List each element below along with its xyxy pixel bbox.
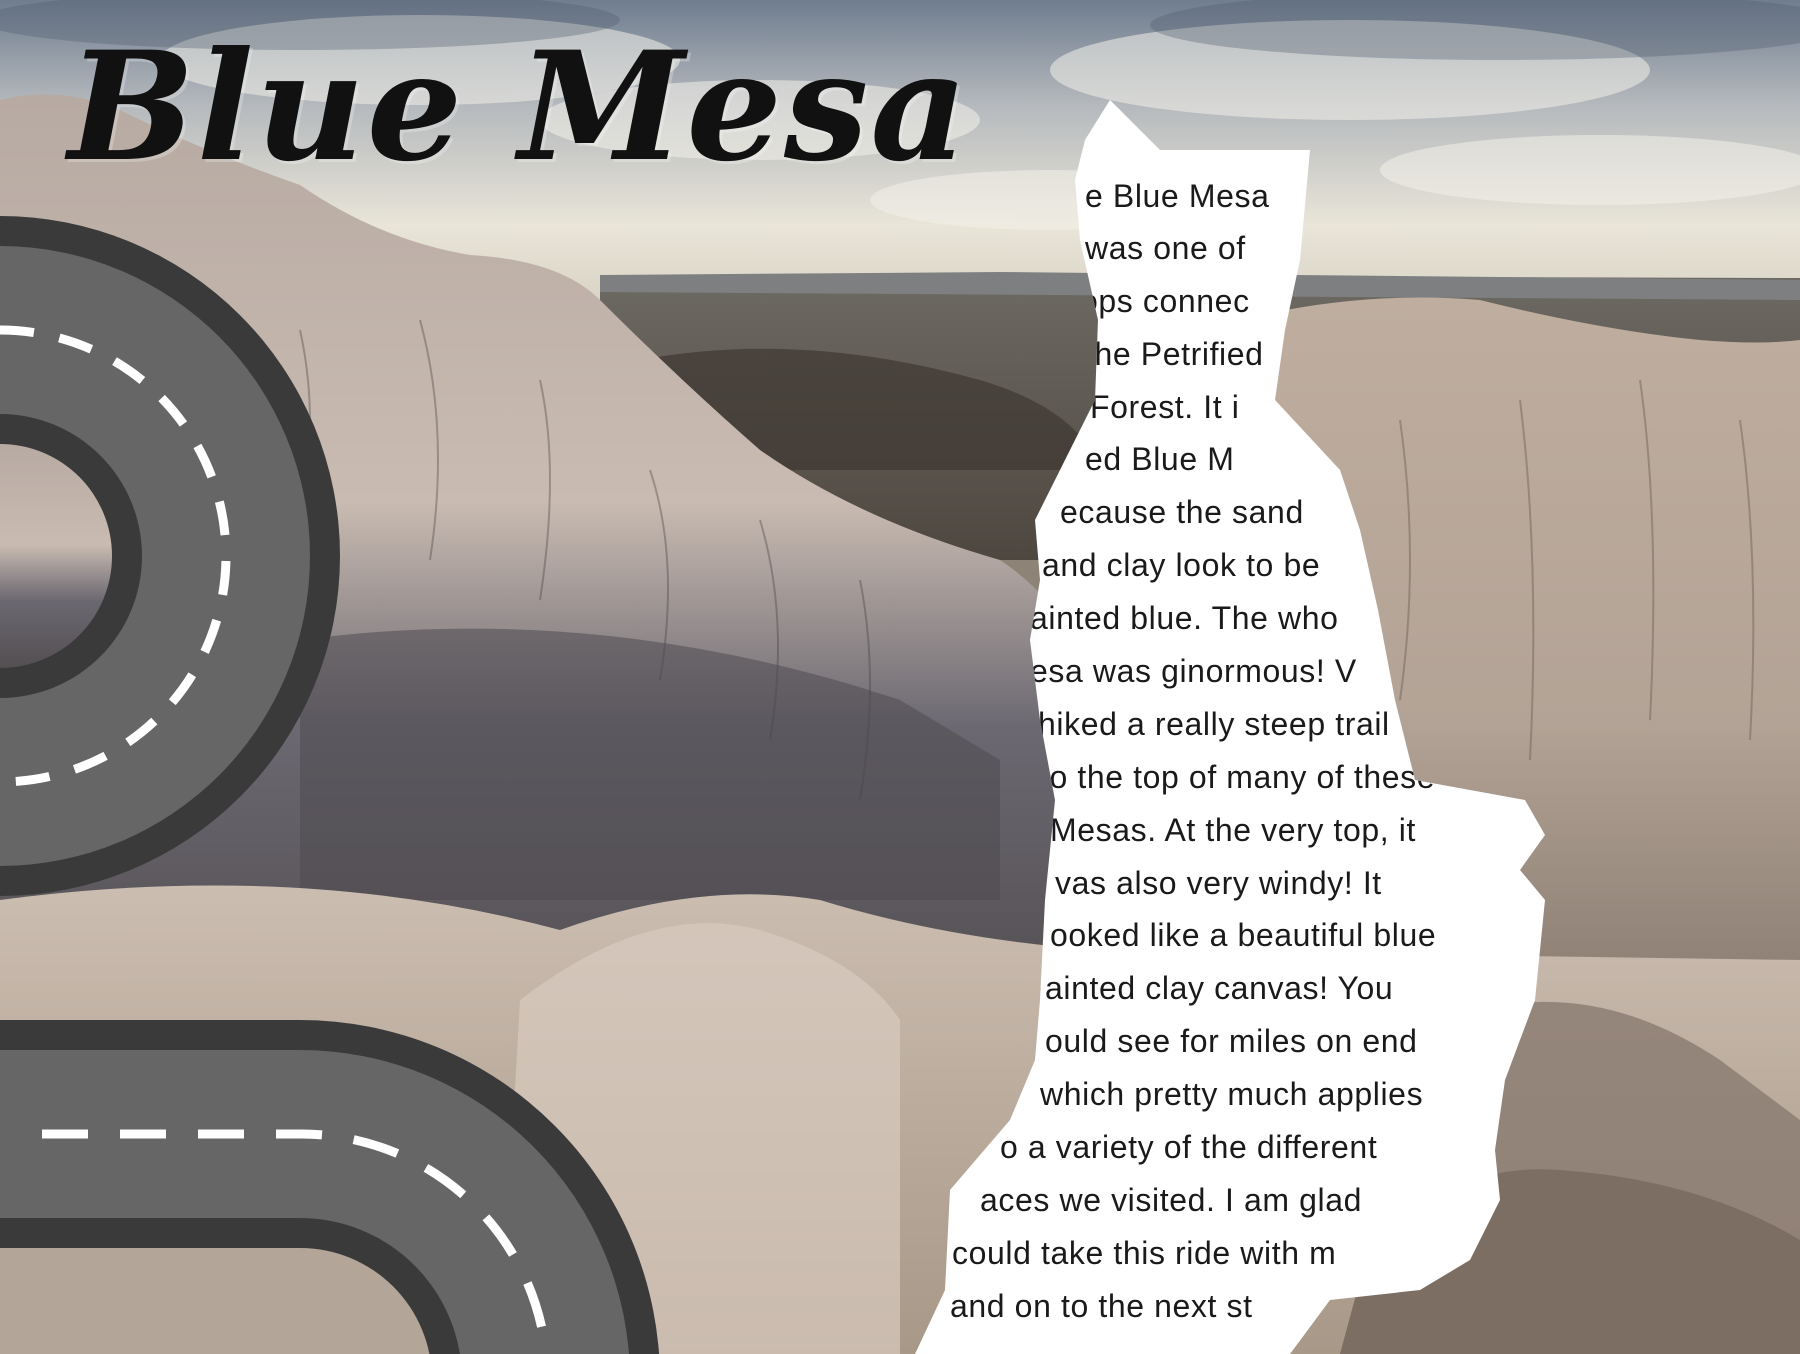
landscape-photo [0, 0, 1800, 1354]
page-title: Blue Mesa [68, 19, 970, 195]
scrapbook-page: Blue Mesa e Blue Mesa was one of ops con… [0, 0, 1800, 1354]
